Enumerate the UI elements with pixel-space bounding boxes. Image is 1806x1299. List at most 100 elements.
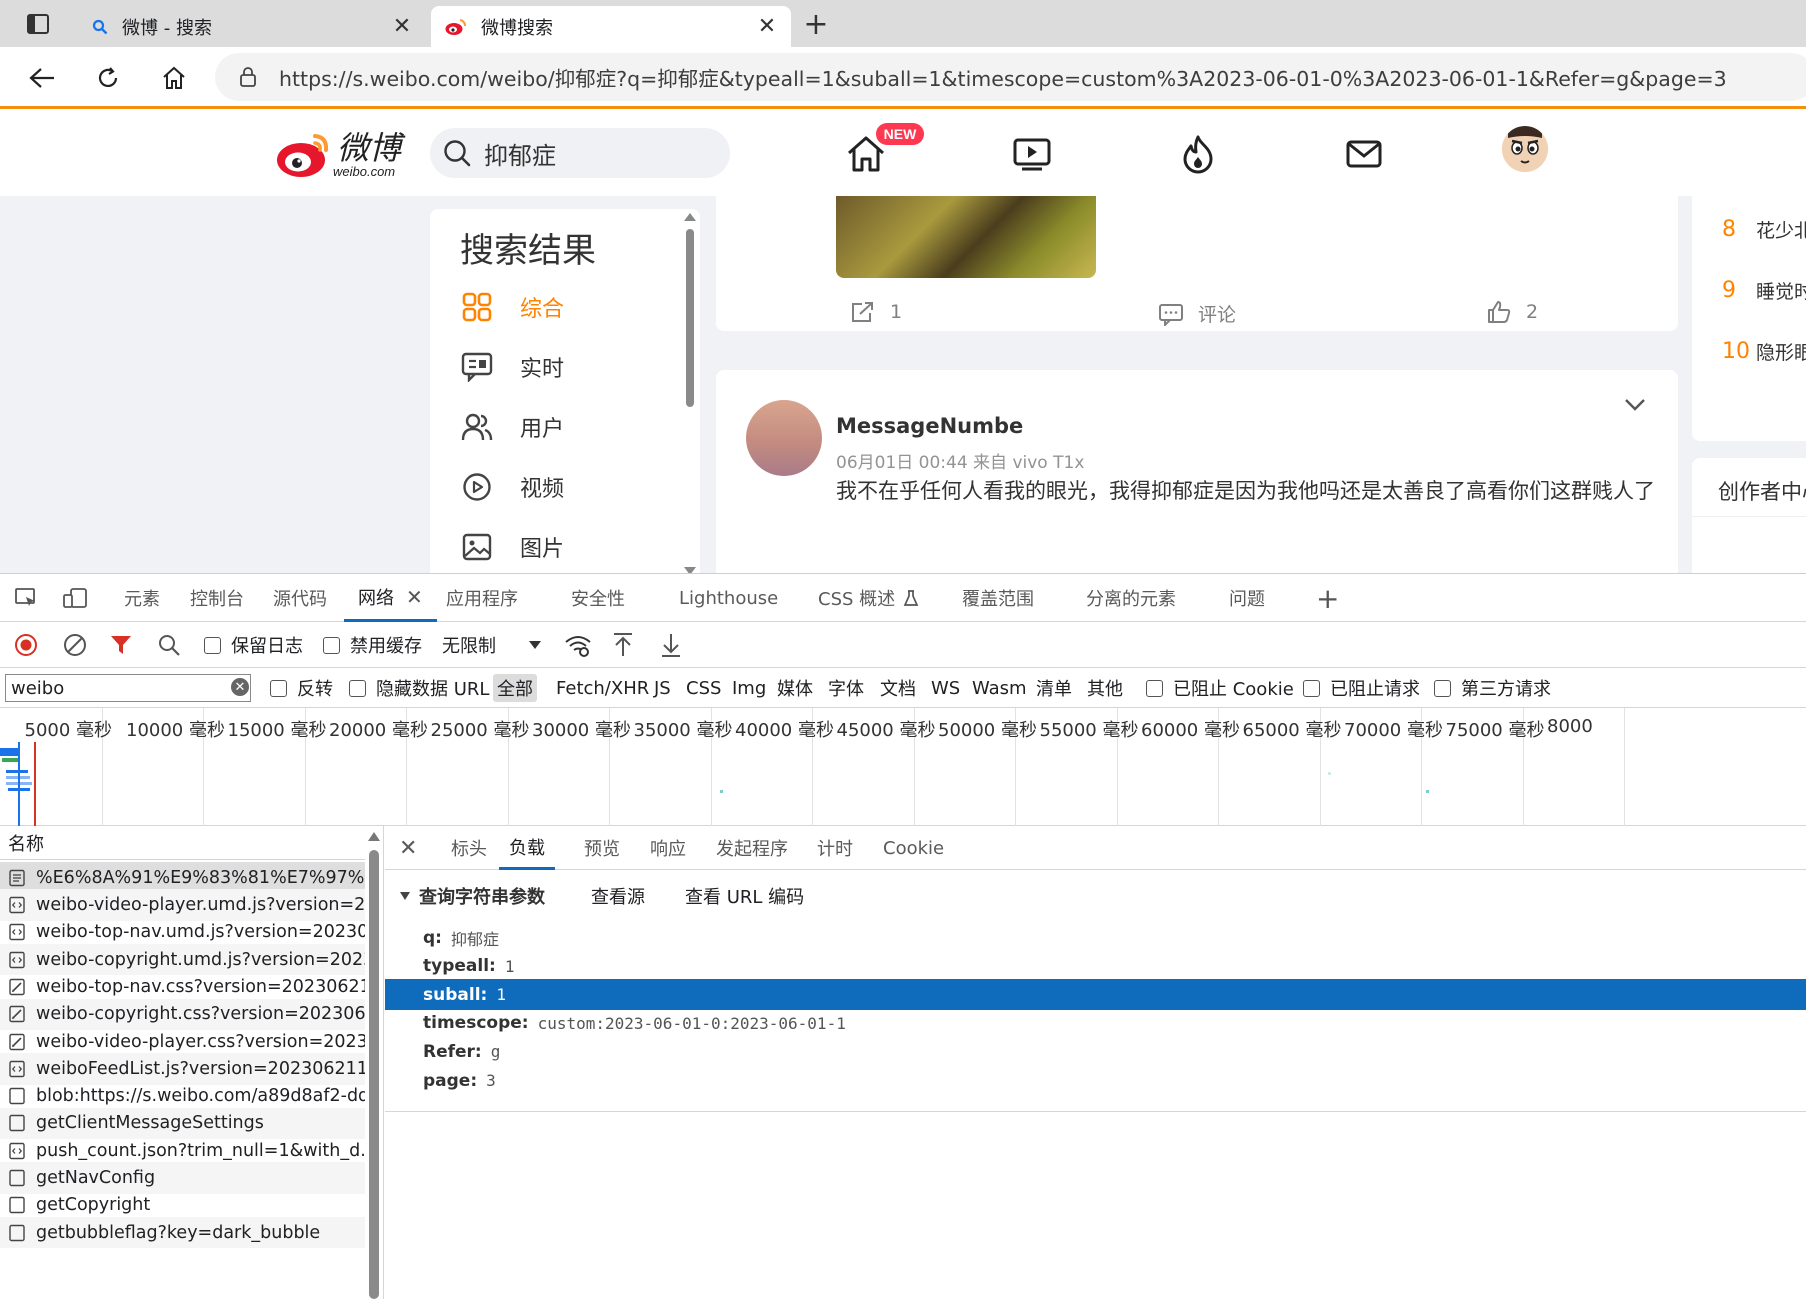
filter-type-img[interactable]: Img [732, 674, 766, 702]
trend-item[interactable]: 8 花少北 [1722, 216, 1806, 243]
tab-detached-elements[interactable]: 分离的元素 [1086, 574, 1176, 622]
hot-nav-button[interactable] [1170, 126, 1226, 182]
query-param-row[interactable]: timescope: custom:2023-06-01-0:2023-06-01… [385, 1008, 1806, 1039]
filter-toggle-button[interactable] [110, 630, 132, 660]
network-conditions-button[interactable] [564, 630, 592, 660]
tab-coverage[interactable]: 覆盖范围 [962, 574, 1034, 622]
comment-button[interactable]: 评论 [1158, 300, 1236, 327]
invert-checkbox[interactable]: 反转 [270, 674, 333, 702]
nav-item-video[interactable]: 视频 [460, 467, 564, 507]
filter-type-fetch-xhr[interactable]: Fetch/XHR [556, 674, 649, 702]
query-string-title: 查询字符串参数 [419, 887, 545, 908]
blocked-cookies-checkbox[interactable]: 已阻止 Cookie [1146, 674, 1294, 702]
address-bar[interactable]: https://s.weibo.com/weibo/抑郁症?q=抑郁症&type… [215, 53, 1806, 101]
nav-item-comprehensive[interactable]: 综合 [460, 287, 564, 327]
search-button[interactable] [158, 630, 180, 660]
trend-item[interactable]: 9 睡觉时 [1722, 277, 1806, 304]
request-row[interactable]: getbubbleflag?key=dark_bubble [0, 1216, 365, 1249]
post-menu-button[interactable] [1624, 398, 1646, 412]
tab-timing[interactable]: 计时 [817, 826, 853, 870]
new-tab-button[interactable]: + [800, 7, 832, 42]
nav-item-users[interactable]: 用户 [460, 407, 564, 447]
author-avatar[interactable] [746, 400, 822, 476]
preserve-log-checkbox[interactable]: 保留日志 [204, 630, 303, 660]
tab-sources[interactable]: 源代码 [273, 574, 327, 622]
author-name[interactable]: MessageNumbe [836, 414, 1023, 438]
filter-type-doc[interactable]: 文档 [880, 674, 916, 702]
browser-tab-search[interactable]: 微博 - 搜索 ✕ [78, 6, 426, 47]
home-button[interactable] [156, 60, 192, 96]
more-tools-button[interactable]: + [1316, 574, 1339, 622]
tab-response[interactable]: 响应 [650, 826, 686, 870]
query-param-row[interactable]: suball: 1 [385, 979, 1806, 1011]
filter-type-wasm[interactable]: Wasm [972, 674, 1027, 702]
view-url-encoded-link[interactable]: 查看 URL 编码 [685, 883, 804, 909]
tab-initiator[interactable]: 发起程序 [716, 826, 788, 870]
query-string-section-header[interactable]: 查询字符串参数 查看源 查看 URL 编码 [399, 882, 804, 910]
device-toolbar-button[interactable] [62, 574, 88, 622]
left-nav-scrollbar[interactable] [683, 209, 697, 573]
third-party-checkbox[interactable]: 第三方请求 [1434, 674, 1551, 702]
tab-lighthouse[interactable]: Lighthouse [679, 574, 778, 622]
user-avatar[interactable] [1502, 126, 1548, 172]
repost-count: 1 [890, 301, 903, 323]
messages-nav-button[interactable] [1336, 126, 1392, 182]
weibo-search-box[interactable]: 抑郁症 [430, 128, 730, 178]
tab-console[interactable]: 控制台 [190, 574, 244, 622]
close-icon[interactable]: ✕ [406, 585, 423, 609]
filter-type-all[interactable]: 全部 [493, 674, 537, 702]
query-param-row[interactable]: q: 抑郁症 [385, 922, 1806, 953]
close-tab-icon[interactable]: ✕ [388, 13, 416, 41]
query-param-row[interactable]: Refer: g [385, 1036, 1806, 1067]
request-list-scrollbar[interactable] [366, 826, 382, 1299]
tab-preview[interactable]: 预览 [584, 826, 620, 870]
tab-actions-button[interactable] [10, 8, 66, 40]
tab-cookies[interactable]: Cookie [883, 826, 944, 870]
creator-center-title[interactable]: 创作者中心 [1718, 476, 1806, 506]
like-button[interactable]: 2 [1486, 300, 1538, 324]
tab-application[interactable]: 应用程序 [446, 574, 518, 622]
blocked-requests-checkbox[interactable]: 已阻止请求 [1303, 674, 1420, 702]
tab-security[interactable]: 安全性 [571, 574, 625, 622]
record-button[interactable] [14, 630, 38, 660]
export-har-button[interactable] [660, 630, 682, 660]
filter-type-manifest[interactable]: 清单 [1036, 674, 1072, 702]
filter-type-css[interactable]: CSS [686, 674, 721, 702]
tab-elements[interactable]: 元素 [124, 574, 160, 622]
name-column-header[interactable]: 名称 [0, 826, 365, 860]
tab-network[interactable]: 网络 ✕ [344, 574, 437, 622]
tab-issues[interactable]: 问题 [1229, 574, 1265, 622]
close-detail-icon[interactable]: ✕ [399, 826, 417, 870]
filter-type-ws[interactable]: WS [931, 674, 960, 702]
clear-filter-icon[interactable]: ✕ [231, 678, 249, 696]
repost-button[interactable]: 1 [850, 300, 902, 324]
clear-button[interactable] [63, 630, 87, 660]
filter-type-font[interactable]: 字体 [828, 674, 864, 702]
tab-payload[interactable]: 负载 [499, 826, 555, 870]
trend-item[interactable]: 10 隐形眼 [1722, 338, 1806, 365]
filter-type-js[interactable]: JS [654, 674, 671, 702]
reload-button[interactable] [90, 60, 126, 96]
throttling-select[interactable]: 无限制 [442, 630, 546, 660]
tab-headers[interactable]: 标头 [451, 826, 487, 870]
filter-input[interactable]: weibo [5, 674, 251, 702]
tab-css-overview[interactable]: CSS 概述 [818, 574, 919, 622]
video-nav-button[interactable] [1004, 126, 1060, 182]
disable-cache-checkbox[interactable]: 禁用缓存 [323, 630, 422, 660]
network-timeline-overview[interactable]: 5000 毫秒 10000 毫秒 15000 毫秒 20000 毫秒 25000 毫秒 3… [0, 708, 1806, 826]
view-source-link[interactable]: 查看源 [591, 883, 645, 909]
filter-type-media[interactable]: 媒体 [777, 674, 813, 702]
browser-tab-weibo[interactable]: 微博搜索 ✕ [431, 6, 791, 47]
close-tab-icon[interactable]: ✕ [753, 13, 781, 41]
weibo-logo[interactable]: 微博 weibo.com [275, 124, 415, 184]
post-image[interactable] [836, 196, 1096, 278]
nav-item-images[interactable]: 图片 [460, 527, 564, 567]
back-button[interactable] [24, 60, 60, 96]
query-param-row[interactable]: page: 3 [385, 1065, 1806, 1096]
nav-item-realtime[interactable]: 实时 [460, 347, 564, 387]
inspect-element-button[interactable] [14, 574, 38, 622]
import-har-button[interactable] [612, 630, 634, 660]
query-param-row[interactable]: typeall: 1 [385, 951, 1806, 982]
hide-data-urls-checkbox[interactable]: 隐藏数据 URL [349, 674, 489, 702]
filter-type-other[interactable]: 其他 [1087, 674, 1123, 702]
